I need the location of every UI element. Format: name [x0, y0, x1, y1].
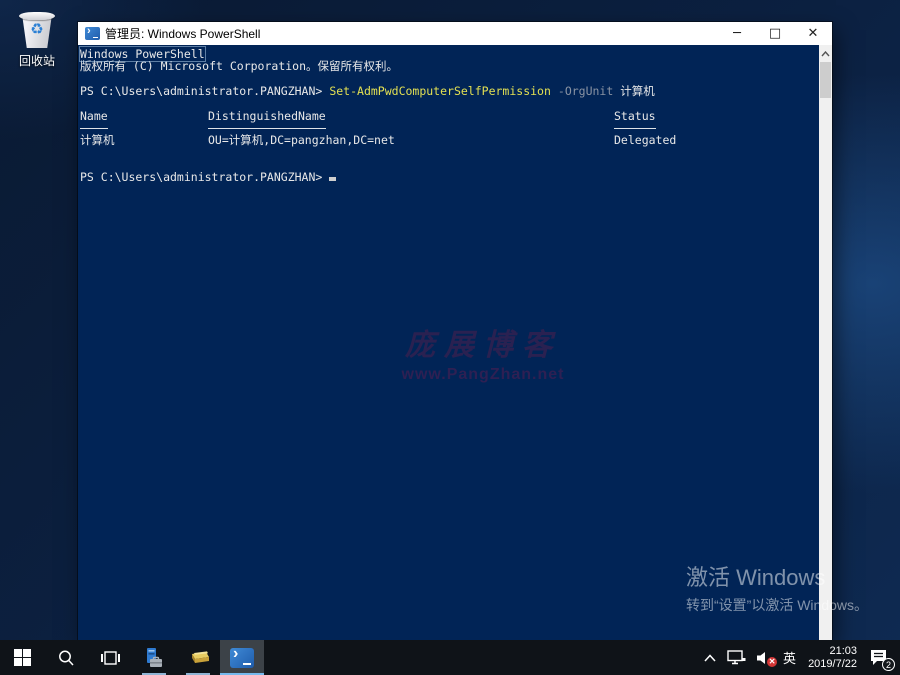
column-header-name: Name [80, 110, 108, 130]
input-language-indicator[interactable]: 英 [778, 640, 801, 675]
parameter-argument: 计算机 [620, 83, 655, 98]
cell-name: 计算机 [80, 133, 115, 148]
table-row: 计算机 OU=计算机,DC=pangzhan,DC=net Delegated [80, 133, 816, 148]
taskbar: ✕ 英 21:03 2019/7/22 2 [0, 640, 900, 675]
server-manager-icon [147, 647, 162, 667]
network-ethernet-icon [727, 650, 746, 665]
network-status-button[interactable] [721, 640, 751, 675]
search-button[interactable] [44, 640, 88, 675]
task-view-button[interactable] [88, 640, 132, 675]
scroll-up-arrow-icon[interactable] [819, 47, 832, 60]
recycle-symbol-icon: ♻ [30, 21, 44, 38]
recycle-bin[interactable]: ♻ 回收站 [10, 10, 64, 69]
start-button[interactable] [0, 640, 44, 675]
tray-time: 21:03 [829, 644, 857, 657]
column-header-status: Status [614, 110, 656, 130]
cell-status: Delegated [614, 133, 677, 148]
prompt-text: PS C:\Users\administrator.PANGZHAN> [80, 169, 323, 184]
current-prompt-line: PS C:\Users\administrator.PANGZHAN> [80, 171, 816, 183]
clock[interactable]: 21:03 2019/7/22 [801, 640, 864, 675]
powershell-window: 管理员: Windows PowerShell ─ □ ✕ Windows Po… [78, 22, 832, 640]
vertical-scrollbar[interactable] [819, 45, 832, 640]
windows-logo-icon [13, 649, 31, 666]
close-button[interactable]: ✕ [794, 22, 832, 45]
gold-box-icon [192, 650, 209, 663]
title-bar[interactable]: 管理员: Windows PowerShell ─ □ ✕ [78, 22, 832, 45]
system-tray: ✕ 英 21:03 2019/7/22 2 [699, 640, 900, 675]
tray-date: 2019/7/22 [808, 657, 857, 670]
table-header-row: Name DistinguishedName Status [80, 109, 816, 134]
console-output[interactable]: Windows PowerShell 版权所有 (C) Microsoft Co… [78, 45, 832, 640]
search-icon [59, 650, 74, 666]
server-manager-button[interactable] [132, 640, 176, 675]
scrollbar-thumb[interactable] [820, 62, 831, 98]
action-center-button[interactable]: 2 [864, 640, 895, 675]
text-cursor [329, 177, 337, 181]
recycle-bin-label: 回收站 [18, 54, 55, 68]
maximize-button[interactable]: □ [756, 22, 794, 45]
volume-button[interactable]: ✕ [751, 640, 778, 675]
powershell-icon [85, 25, 100, 40]
notification-count-badge: 2 [882, 658, 895, 671]
minimize-button[interactable]: ─ [718, 22, 756, 45]
window-title: 管理员: Windows PowerShell [105, 27, 261, 41]
task-view-icon [100, 650, 120, 665]
recycle-bin-rim [19, 12, 55, 20]
column-header-distinguishedname: DistinguishedName [208, 110, 326, 130]
desktop: ♻ 回收站 管理员: Windows PowerShell ─ □ ✕ Wind… [0, 0, 900, 675]
powershell-taskbar-button[interactable] [220, 640, 264, 675]
prompt-text: PS C:\Users\administrator.PANGZHAN> [80, 83, 323, 98]
parameter-name: -OrgUnit [557, 83, 614, 98]
recycle-bin-icon: ♻ [18, 10, 56, 50]
console-banner-line2: 版权所有 (C) Microsoft Corporation。保留所有权利。 [80, 59, 399, 74]
cell-distinguishedname: OU=计算机,DC=pangzhan,DC=net [208, 133, 395, 148]
gold-box-app-button[interactable] [176, 640, 220, 675]
chevron-up-icon [704, 653, 716, 662]
command-line: PS C:\Users\administrator.PANGZHAN> Set-A… [80, 85, 816, 97]
show-hidden-icons-button[interactable] [699, 640, 721, 675]
mute-x-badge: ✕ [767, 657, 778, 667]
cmdlet-name: Set-AdmPwdComputerSelfPermission [329, 83, 551, 98]
powershell-icon [230, 645, 254, 668]
